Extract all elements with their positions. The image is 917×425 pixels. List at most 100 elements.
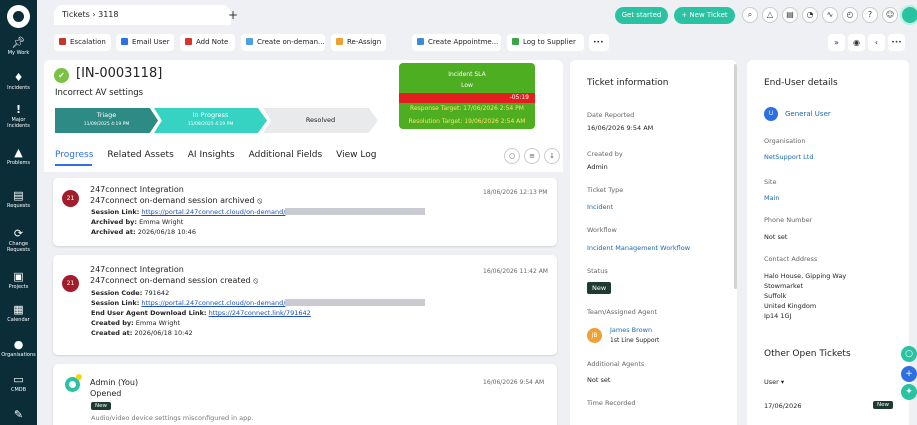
watch-icon[interactable]: ◉ — [848, 34, 865, 51]
stage-in-progress[interactable]: In Progress 11/09/2025 4:19 PM — [154, 108, 267, 133]
field-label: Status — [587, 267, 608, 275]
sort-down-icon[interactable]: ↓ — [544, 148, 560, 164]
field-label: Phone Number — [764, 216, 813, 224]
supplier-icon — [512, 38, 519, 45]
field-label: Team/Assigned Agent — [587, 308, 658, 316]
app-logo[interactable] — [7, 5, 30, 28]
monitor-icon: ▭ — [13, 373, 24, 386]
additional-agents-value: Not set — [587, 376, 611, 384]
end-user-link[interactable]: General User — [785, 110, 831, 118]
user-filter-dropdown[interactable]: User ▾ — [764, 378, 784, 386]
entry-line: Archived by: Emma Wright — [91, 218, 184, 226]
top-bar: Tickets › 3118 + Get started + New Ticke… — [37, 0, 917, 30]
tab-progress[interactable]: Progress — [55, 150, 93, 160]
entry-date: 18/06/2026 12:13 PM — [483, 189, 548, 196]
sidebar-item-my-work[interactable]: 📌︎ My Work — [0, 36, 37, 57]
sidebar-item-projects[interactable]: ▣ Projects — [0, 271, 37, 291]
profile-avatar[interactable] — [900, 5, 917, 25]
create-appointment-button[interactable]: Create Appointme... — [412, 34, 501, 51]
stage-triage[interactable]: Triage 11/09/2025 4:19 PM — [55, 108, 158, 133]
ticket-subject: Incorrect AV settings — [55, 88, 144, 98]
note-icon — [185, 38, 192, 45]
pin-icon: 📌︎ — [11, 36, 26, 49]
sidebar-item-incidents[interactable]: ♦ Incidents — [0, 71, 37, 92]
sparkle-fab[interactable]: ✦ — [901, 384, 917, 400]
filter-chat-icon[interactable]: ○ — [504, 148, 520, 164]
collapse-panel-icon[interactable]: » — [828, 34, 845, 51]
tab-ticket-3118[interactable]: Tickets › 3118 — [54, 5, 231, 25]
date-reported-value: 16/06/2026 9:54 AM — [587, 124, 654, 132]
field-label: Date Reported — [587, 111, 635, 119]
chat-fab[interactable]: ○ — [901, 346, 917, 362]
tab-related-assets[interactable]: Related Assets — [107, 150, 173, 160]
email-user-button[interactable]: Email User — [116, 34, 174, 51]
email-icon — [121, 38, 128, 45]
active-tab-indicator — [55, 164, 92, 166]
clipboard-icon[interactable]: ▤ — [782, 7, 798, 23]
new-ticket-button[interactable]: + New Ticket — [674, 7, 735, 24]
other-ticket-date[interactable]: 17/06/2026 — [764, 402, 801, 410]
more-actions-button[interactable]: ••• — [589, 34, 609, 51]
sidebar-item-calendar[interactable]: ▦ Calendar — [0, 304, 37, 324]
ticket-tabs: Progress Related Assets AI Insights Additio… — [55, 150, 390, 160]
ai-assistant-fab[interactable]: + — [901, 366, 917, 382]
tab-view-log[interactable]: View Log — [336, 150, 376, 160]
filter-list-icon[interactable]: ≡ — [524, 148, 540, 164]
reassign-button[interactable]: Re-Assign — [331, 34, 386, 51]
create-on-demand-button[interactable]: Create on-deman... — [241, 34, 325, 51]
sidebar-item-major-incidents[interactable]: ! Major Incidents — [0, 104, 37, 130]
created-by-value: Admin — [587, 163, 608, 171]
add-note-button[interactable]: Add Note — [180, 34, 235, 51]
sidebar-item-change-requests[interactable]: ⟳ Change Requests — [0, 227, 37, 254]
user-menu-icon[interactable]: ☺ — [882, 7, 898, 23]
incidents-icon: ♦ — [13, 71, 24, 84]
workflow-link[interactable]: Incident Management Workflow — [587, 244, 690, 252]
agent-download-link[interactable]: https://247connect.link/791642 — [209, 309, 311, 317]
new-tab-button[interactable]: + — [223, 5, 243, 25]
sidebar-item-requests[interactable]: ▤ Requests — [0, 190, 37, 210]
field-label: Time Recorded — [587, 399, 636, 407]
feed-entry-created: 21 247connect Integration 247connect on-… — [53, 255, 557, 355]
sla-title: Incident SLA — [448, 71, 486, 78]
tab-additional-fields[interactable]: Additional Fields — [249, 150, 323, 160]
phone-value: Not set — [764, 233, 788, 241]
escalation-button[interactable]: Escalation — [54, 34, 111, 51]
tab-ai-insights[interactable]: AI Insights — [188, 150, 235, 160]
session-link[interactable]: https://portal.247connect.cloud/on-deman… — [141, 208, 285, 216]
ticket-type-link[interactable]: Incident — [587, 203, 613, 211]
more-options-button[interactable]: ••• — [888, 34, 905, 51]
sidebar-item-cmdb[interactable]: ▭ CMDB — [0, 373, 37, 394]
clock-icon[interactable]: ◴ — [842, 7, 858, 23]
session-link[interactable]: https://portal.247connect.cloud/on-deman… — [141, 299, 285, 307]
sidebar-item-organisations[interactable]: ● Organisations — [0, 339, 37, 359]
get-started-button[interactable]: Get started — [615, 7, 668, 24]
edit-icon: ✎ — [13, 408, 24, 421]
assigned-agent-link[interactable]: James Brown — [610, 326, 652, 334]
search-icon[interactable]: ⌕ — [742, 7, 758, 23]
app-window: 📌︎ My Work ♦ Incidents ! Major Incidents ▲ P… — [0, 0, 917, 425]
refresh-icon: ⟳ — [13, 227, 24, 240]
site-link[interactable]: Main — [764, 194, 780, 202]
integration-avatar: 21 — [62, 190, 79, 207]
organisation-link[interactable]: NetSupport Ltd — [764, 153, 813, 161]
field-label: Ticket Type — [587, 186, 624, 194]
dashboard-icon[interactable]: ◔ — [802, 7, 818, 23]
reassign-icon — [336, 38, 343, 45]
sidebar-item-problems[interactable]: ▲ Problems — [0, 147, 37, 167]
info-scrollbar[interactable] — [734, 64, 737, 289]
bell-icon[interactable]: △ — [762, 7, 778, 23]
help-icon[interactable]: ? — [862, 7, 878, 23]
sla-response-target: Response Target: 17/06/2026 2:54 PM — [410, 105, 524, 112]
log-to-supplier-button[interactable]: Log to Supplier — [507, 34, 584, 51]
feed-icon[interactable]: ∿ — [822, 7, 838, 23]
contact-address-value: Halo House, Gipping Way Stowmarket Suffo… — [764, 272, 847, 320]
sla-priority: Low — [461, 82, 473, 89]
stage-resolved[interactable]: Resolved — [263, 108, 378, 133]
sidebar-item-edit[interactable]: ✎ — [0, 409, 37, 422]
ticket-panel: ✔ [IN-0003118] Incorrect AV settings Tri… — [44, 60, 563, 425]
entry-date: 16/06/2026 11:42 AM — [483, 268, 548, 275]
share-icon[interactable]: ‹ — [868, 34, 885, 51]
sidebar: 📌︎ My Work ♦ Incidents ! Major Incidents ▲ P… — [0, 0, 37, 425]
other-open-tickets-title: Other Open Tickets — [764, 349, 851, 359]
end-user-title: End-User details — [764, 78, 838, 88]
